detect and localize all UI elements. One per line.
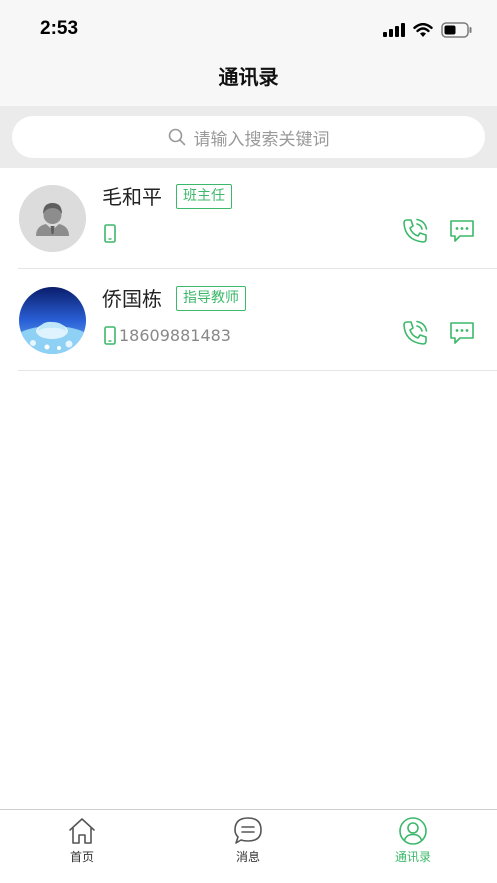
tab-label: 通讯录: [394, 850, 431, 864]
divider: [18, 268, 497, 269]
cellular-signal-icon: [383, 23, 405, 37]
avatar: [19, 185, 86, 252]
wifi-icon: [413, 22, 433, 37]
avatar: [19, 287, 86, 354]
contact-name: 侨国栋: [102, 287, 162, 311]
tab-bar: 首页 消息 通讯录: [0, 809, 497, 883]
status-time: 2:53: [40, 18, 79, 39]
role-badge: 指导教师: [176, 286, 246, 311]
message-icon: [234, 817, 262, 844]
call-icon[interactable]: [402, 218, 428, 244]
tab-label: 首页: [69, 850, 94, 864]
call-icon[interactable]: [402, 320, 428, 346]
divider: [18, 370, 497, 371]
tab-home[interactable]: 首页: [22, 810, 142, 883]
search-input[interactable]: 请输入搜索关键词: [12, 116, 485, 158]
mobile-phone-icon: [104, 223, 116, 243]
chat-icon[interactable]: [449, 321, 475, 345]
tab-messages[interactable]: 消息: [188, 810, 308, 883]
list-item[interactable]: 毛和平 班主任: [0, 168, 497, 269]
contacts-icon: [399, 817, 427, 845]
list-item[interactable]: 侨国栋 指导教师 18609881483: [0, 270, 497, 371]
phone-number: 18609881483: [119, 325, 231, 345]
mobile-phone-icon: [104, 325, 116, 345]
role-badge: 班主任: [176, 184, 232, 209]
search-icon: [168, 128, 185, 146]
status-icons: [383, 20, 473, 40]
chat-icon[interactable]: [449, 219, 475, 243]
phone-row: [104, 222, 119, 244]
search-area: 请输入搜索关键词: [0, 106, 497, 168]
status-bar: 2:53: [0, 0, 497, 56]
page-title: 通讯录: [218, 65, 279, 89]
tab-label: 消息: [235, 850, 260, 864]
tab-contacts[interactable]: 通讯录: [353, 810, 473, 883]
avatar-image: [19, 287, 86, 354]
phone-row: 18609881483: [104, 324, 231, 346]
nav-bar: 通讯录: [0, 56, 497, 106]
battery-icon: [441, 22, 472, 38]
home-icon: [69, 818, 95, 844]
contact-name: 毛和平: [102, 185, 162, 209]
search-placeholder: 请输入搜索关键词: [193, 129, 330, 150]
default-avatar-icon: [19, 185, 86, 252]
